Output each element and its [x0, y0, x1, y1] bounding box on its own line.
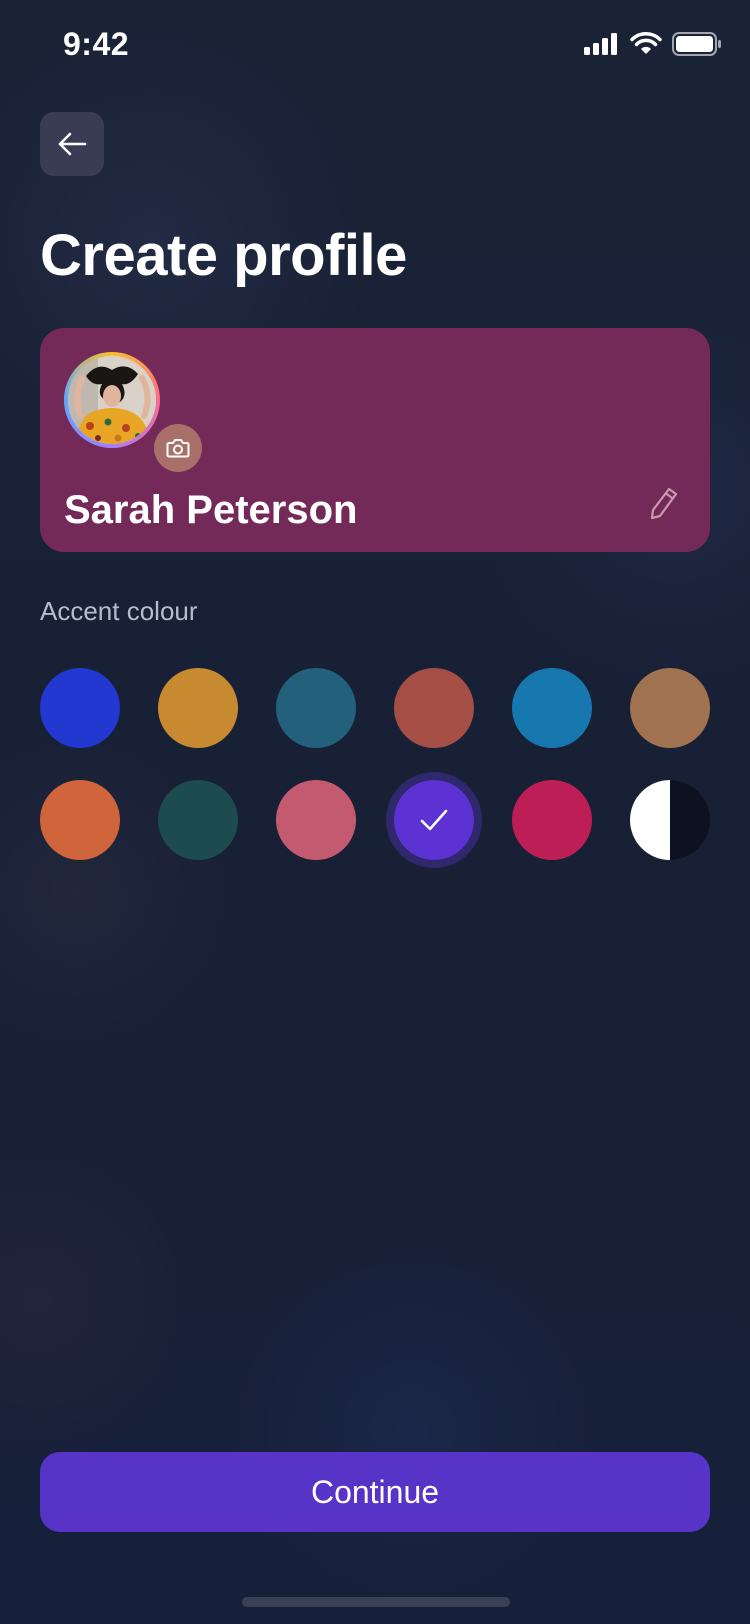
colour-swatch-ocean[interactable] — [512, 668, 592, 748]
continue-button[interactable]: Continue — [40, 1452, 710, 1532]
page-title: Create profile — [40, 223, 407, 288]
profile-name: Sarah Peterson — [64, 488, 358, 532]
status-time: 9:42 — [63, 26, 130, 62]
colour-swatch-rose[interactable] — [276, 780, 356, 860]
arrow-left-icon — [58, 132, 87, 156]
edit-name-button[interactable] — [644, 483, 684, 523]
colour-swatch-blue[interactable] — [40, 668, 120, 748]
colour-swatch-dark-teal[interactable] — [158, 780, 238, 860]
colour-swatch-crimson[interactable] — [512, 780, 592, 860]
colour-swatch-purple[interactable] — [386, 772, 482, 868]
create-profile-screen: 9:42 Create profile Sarah Peterson Accen… — [0, 0, 750, 1624]
checkmark-icon — [394, 780, 474, 860]
status-bar: 9:42 — [0, 0, 750, 90]
pencil-icon — [650, 487, 678, 520]
change-photo-button[interactable] — [154, 424, 202, 472]
colour-swatch-mustard[interactable] — [158, 668, 238, 748]
camera-icon — [166, 439, 190, 458]
profile-card: Sarah Peterson — [40, 328, 710, 552]
status-icons — [584, 32, 722, 56]
avatar[interactable] — [64, 352, 202, 472]
colour-swatch-orange[interactable] — [40, 780, 120, 860]
battery-icon — [672, 32, 721, 56]
signal-icon — [584, 33, 617, 55]
colour-swatch-tan[interactable] — [630, 668, 710, 748]
colour-swatch-brick[interactable] — [394, 668, 474, 748]
colour-swatch-black-white[interactable] — [630, 780, 710, 860]
wifi-icon — [630, 32, 662, 54]
home-indicator — [242, 1597, 510, 1607]
back-button[interactable] — [40, 112, 104, 176]
avatar-photo — [68, 356, 156, 444]
portrait-image — [68, 356, 156, 444]
colour-swatch-teal[interactable] — [276, 668, 356, 748]
accent-colour-label: Accent colour — [40, 596, 198, 626]
accent-colour-grid — [40, 668, 710, 868]
